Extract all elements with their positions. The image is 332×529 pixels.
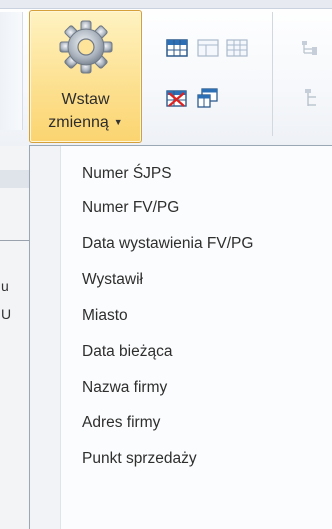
document-ruler — [0, 170, 30, 188]
insert-variable-label-line2: zmienną — [48, 114, 109, 131]
table-properties-icon[interactable] — [197, 88, 219, 108]
menu-icon-gutter — [30, 146, 61, 529]
ribbon-separator — [272, 12, 273, 136]
document-text-fragment: u — [1, 278, 9, 294]
dropdown-caret-icon: ▼ — [113, 117, 123, 127]
ribbon-left-group — [0, 12, 23, 130]
insert-variable-label: Wstaw zmienną ▼ — [30, 89, 141, 134]
table-grid-icon[interactable] — [226, 38, 248, 58]
table-delete-icon[interactable] — [166, 88, 188, 108]
menu-item-data-wystawienia[interactable]: Data wystawienia FV/PG — [82, 231, 322, 257]
menu-item-punkt-sprzedazy[interactable]: Punkt sprzedaży — [82, 446, 322, 472]
insert-variable-label-line1: Wstaw — [61, 91, 110, 108]
tree-branch-icon[interactable] — [300, 88, 322, 108]
menu-item-data-biezaca[interactable]: Data bieżąca — [82, 339, 322, 365]
menu-item-numer-sjps[interactable]: Numer ŚJPS — [82, 161, 322, 187]
ribbon-top-border — [0, 0, 332, 9]
gear-icon — [59, 20, 113, 74]
menu-item-wystawil[interactable]: Wystawił — [82, 267, 322, 293]
insert-variable-button[interactable]: Wstaw zmienną ▼ — [29, 10, 142, 143]
menu-item-nazwa-firmy[interactable]: Nazwa firmy — [82, 375, 322, 401]
table-icon[interactable] — [166, 38, 188, 58]
table-layout-icon[interactable] — [197, 38, 219, 58]
document-edge — [0, 240, 30, 241]
ribbon: Wstaw zmienną ▼ — [0, 0, 332, 146]
menu-item-numer-fv-pg[interactable]: Numer FV/PG — [82, 195, 322, 221]
document-text-fragment: U — [1, 306, 12, 322]
menu-item-adres-firmy[interactable]: Adres firmy — [82, 410, 322, 436]
tree-structure-icon[interactable] — [300, 38, 322, 58]
insert-variable-menu: Numer ŚJPS Numer FV/PG Data wystawienia … — [29, 145, 332, 529]
menu-item-miasto[interactable]: Miasto — [82, 303, 322, 329]
